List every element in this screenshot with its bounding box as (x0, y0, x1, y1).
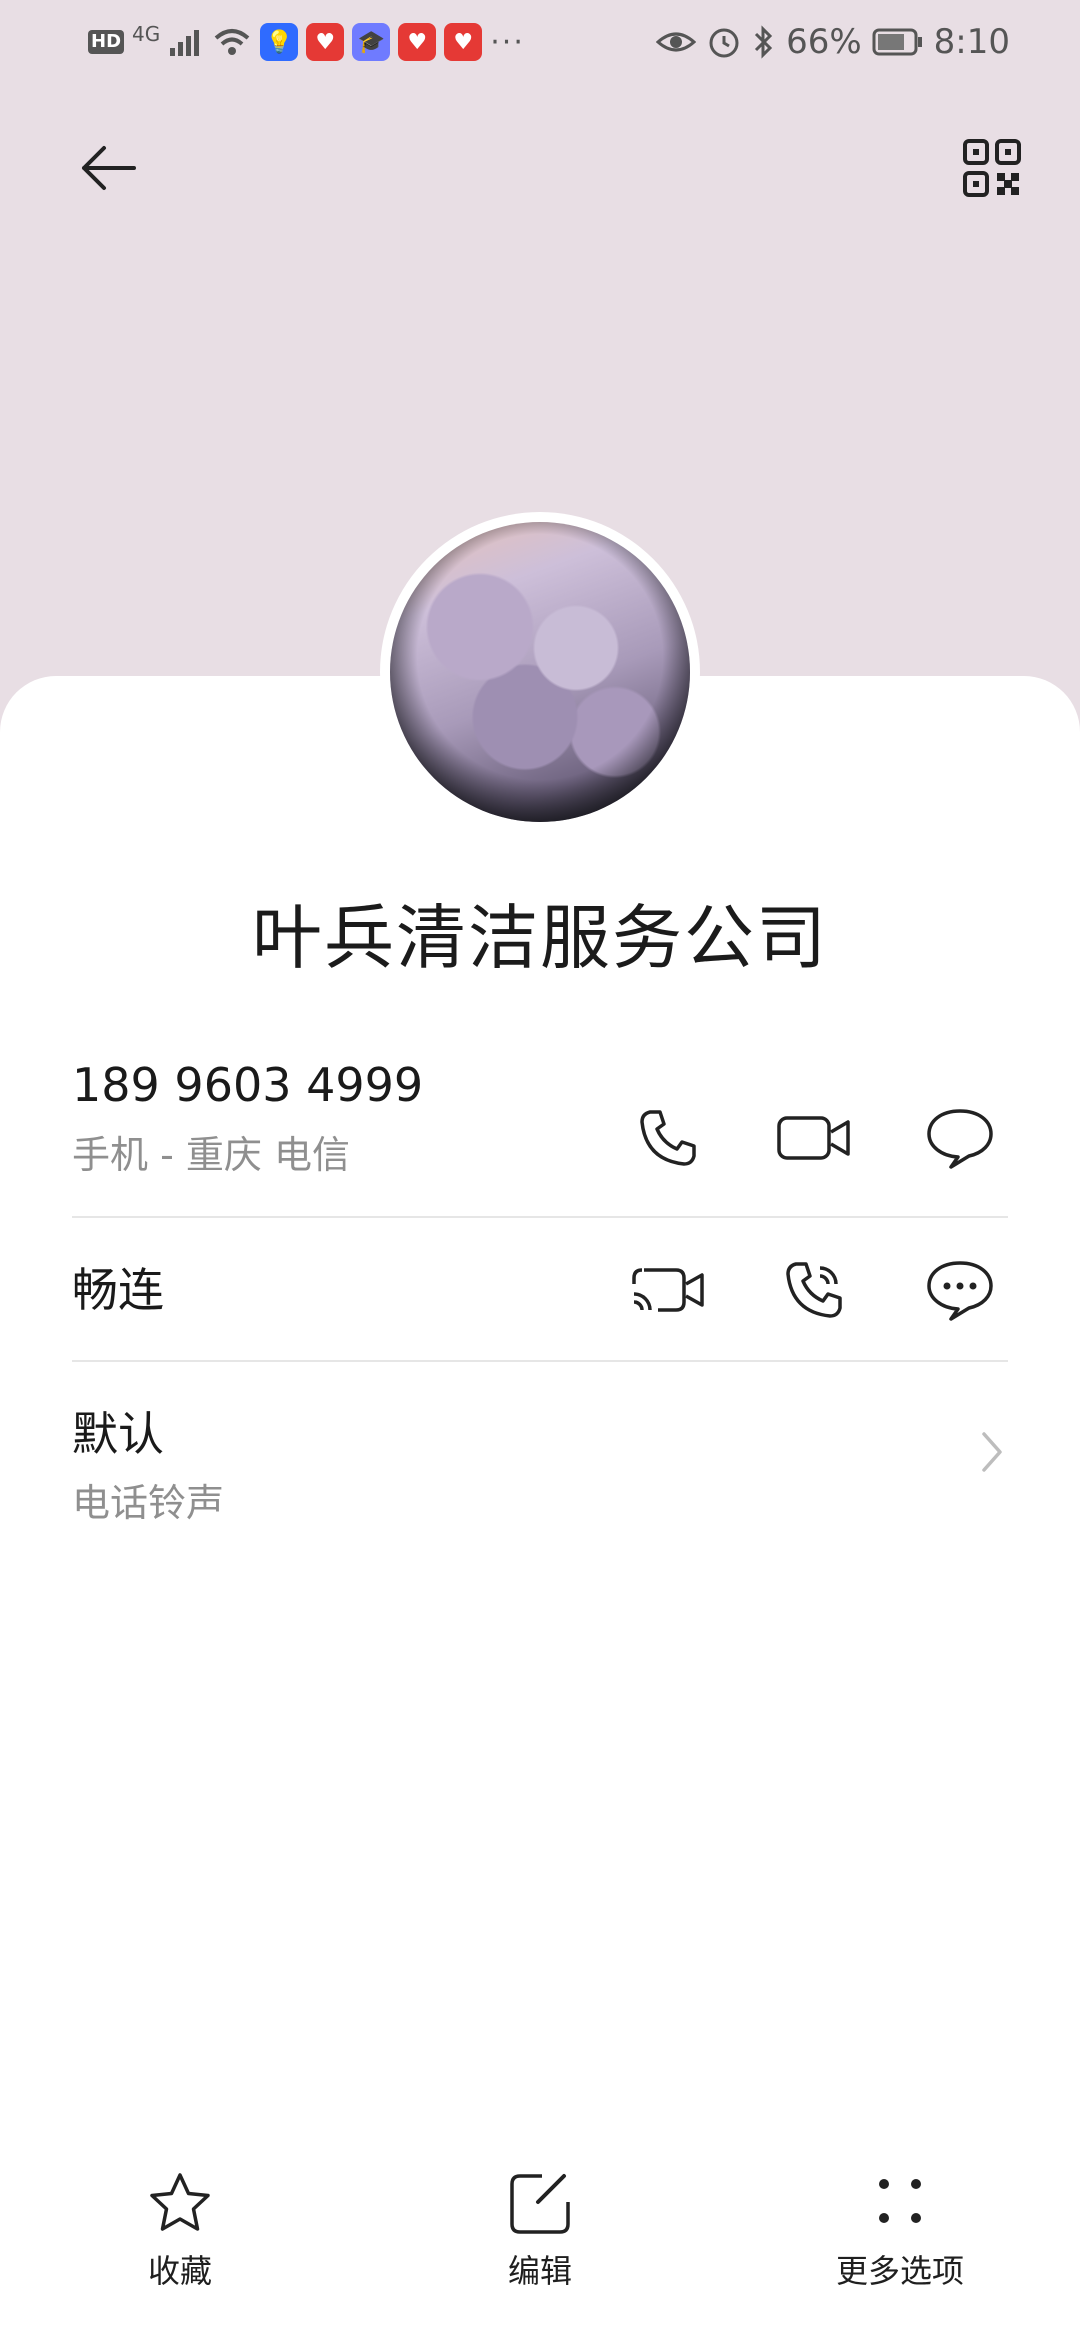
bluetooth-icon (755, 25, 773, 59)
ringtone-row[interactable]: 默认 电话铃声 (72, 1362, 1008, 1532)
status-bar-right: 66% 8:10 (656, 18, 1010, 66)
more-dots-icon (879, 2179, 921, 2223)
eye-icon (656, 32, 697, 52)
contact-name: 叶兵清洁服务公司 (252, 897, 828, 979)
wifi-icon (214, 29, 250, 55)
status-bar: HD 4G 💡 ♥ 🎓 ♥ ♥ ··· 66% 8:10 (0, 0, 1080, 84)
favorite-label: 收藏 (147, 2252, 212, 2290)
network-label: 4G (132, 22, 161, 46)
clock: 8:10 (933, 22, 1010, 62)
back-arrow-icon (82, 146, 136, 190)
battery-percent: 66% (786, 22, 862, 62)
edit-icon (510, 2174, 570, 2234)
status-bar-left: HD 4G 💡 ♥ 🎓 ♥ ♥ ··· (88, 18, 525, 66)
avatar-shade (390, 522, 690, 822)
cast-video-icon (632, 1268, 704, 1312)
signal-icon (170, 30, 200, 56)
battery-icon (872, 28, 922, 56)
message-button[interactable] (912, 1090, 1008, 1186)
more-options-button[interactable]: 更多选项 (750, 2170, 1050, 2292)
meetime-row: 畅连 (72, 1218, 1008, 1362)
ringtone-chevron (980, 1430, 1004, 1478)
meetime-voice-button[interactable] (766, 1242, 862, 1338)
voice-call-icon (786, 1262, 842, 1318)
avatar[interactable] (390, 522, 690, 822)
hd-badge: HD (88, 30, 125, 54)
qr-code-button[interactable] (944, 120, 1040, 216)
meetime-actions (620, 1218, 1008, 1362)
more-notifications-indicator: ··· (490, 24, 525, 60)
contact-detail-screen: HD 4G 💡 ♥ 🎓 ♥ ♥ ··· 66% 8:10 叶兵清洁服务公司 18… (0, 0, 1080, 2340)
more-options-label: 更多选项 (835, 2252, 964, 2290)
meetime-chat-button[interactable] (912, 1242, 1008, 1338)
edit-button[interactable]: 编辑 (390, 2170, 690, 2292)
phone-icon (640, 1110, 696, 1166)
video-call-button[interactable] (766, 1090, 862, 1186)
avatar-frame (380, 512, 700, 832)
phone-actions (620, 1058, 1008, 1218)
ringtone-text: 默认 电话铃声 (72, 1362, 1008, 1527)
call-button[interactable] (620, 1090, 716, 1186)
edit-label: 编辑 (507, 2252, 572, 2290)
app-notification-icon: 🎓 (352, 23, 391, 61)
chevron-right-icon (982, 1432, 1002, 1472)
video-call-icon (777, 1116, 850, 1160)
app-notification-icon: ♥ (398, 23, 437, 61)
chat-icon (927, 1261, 993, 1321)
app-notification-icon: ♥ (444, 23, 483, 61)
meetime-video-button[interactable] (620, 1242, 716, 1338)
phone-number-row[interactable]: 189 9603 4999 手机 - 重庆 电信 (72, 1058, 1008, 1218)
alarm-icon (709, 28, 739, 58)
qr-code-icon (963, 139, 1021, 197)
app-notification-icon: 💡 (260, 23, 299, 61)
message-icon (927, 1109, 993, 1169)
back-button[interactable] (60, 120, 156, 216)
favorite-button[interactable]: 收藏 (30, 2170, 330, 2292)
app-notification-icon: ♥ (306, 23, 345, 61)
ringtone-value: 默认 (72, 1407, 164, 1461)
ringtone-label: 电话铃声 (72, 1481, 225, 1525)
bottom-action-bar: 收藏 编辑 更多选项 (0, 2170, 1080, 2340)
star-icon (150, 2173, 210, 2231)
